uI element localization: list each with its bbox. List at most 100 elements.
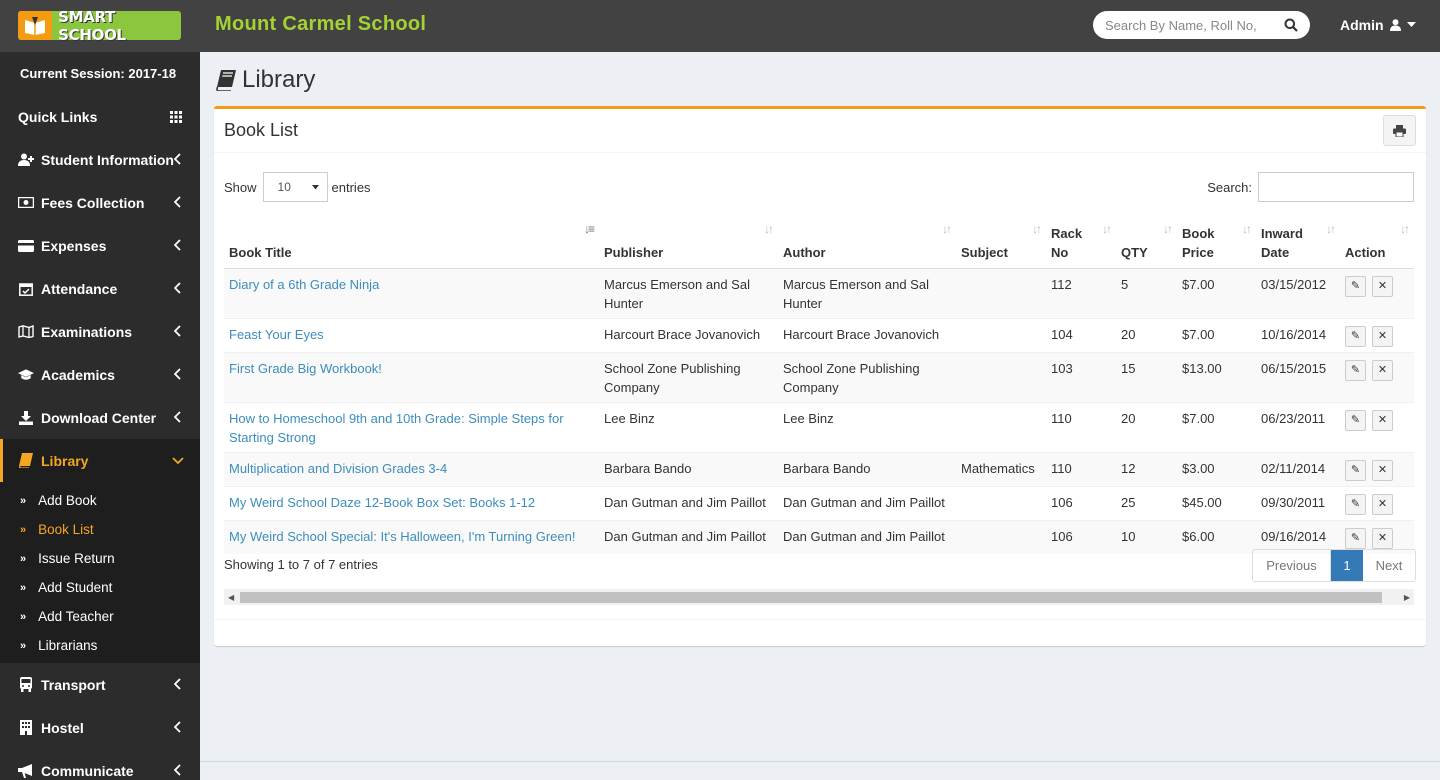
column-header-book-title[interactable]: Book Title ↓≡ (224, 218, 599, 269)
delete-x-icon[interactable]: ✕ (1372, 409, 1393, 431)
cell-price: $7.00 (1177, 401, 1256, 452)
delete-x-icon[interactable]: ✕ (1372, 359, 1393, 381)
edit-pencil-icon[interactable]: ✎ (1345, 325, 1366, 347)
table-header-row: Book Title ↓≡ Publisher ↓↑ Author ↓↑ Subjec… (224, 218, 1414, 269)
cell-qty: 15 (1116, 351, 1177, 402)
delete-x-icon[interactable]: ✕ (1372, 325, 1393, 347)
table-row: How to Homeschool 9th and 10th Grade: Si… (224, 401, 1414, 452)
sidebar-item-hostel[interactable]: Hostel (0, 706, 200, 749)
chevron-down-icon (172, 457, 184, 465)
sidebar-subitem-add-book[interactable]: » Add Book (0, 486, 200, 515)
cell-subject (956, 519, 1046, 554)
column-header-author[interactable]: Author ↓↑ (778, 218, 956, 269)
bus-icon (18, 677, 34, 693)
book-title-link[interactable]: First Grade Big Workbook! (229, 361, 382, 376)
cell-publisher: Harcourt Brace Jovanovich (599, 317, 778, 352)
scroll-left-arrow-icon[interactable]: ◀ (228, 593, 234, 602)
sidebar-item-attendance[interactable]: Attendance (0, 267, 200, 310)
cell-inward-date: 06/23/2011 (1256, 401, 1340, 452)
delete-x-icon[interactable]: ✕ (1372, 459, 1393, 481)
print-button[interactable] (1383, 115, 1416, 146)
credit-card-icon (18, 238, 34, 254)
sidebar-item-download-center[interactable]: Download Center (0, 396, 200, 439)
pagination-next-button[interactable]: Next (1363, 550, 1415, 581)
book-title-link[interactable]: Diary of a 6th Grade Ninja (229, 277, 379, 292)
sidebar-item-label: Examinations (41, 323, 133, 340)
pagination-page-button[interactable]: 1 (1331, 550, 1363, 581)
cell-inward-date: 06/15/2015 (1256, 351, 1340, 402)
delete-x-icon[interactable]: ✕ (1372, 275, 1393, 297)
sidebar-item-library[interactable]: Library (0, 439, 200, 482)
cell-rack-no: 103 (1046, 351, 1116, 402)
column-header-qty[interactable]: QTY ↓↑ (1116, 218, 1177, 269)
horizontal-scrollbar[interactable]: ◀ ▶ (224, 589, 1414, 605)
page-title-text: Library (242, 66, 316, 93)
column-header-book-price[interactable]: Book Price ↓↑ (1177, 218, 1256, 269)
scrollbar-thumb[interactable] (240, 592, 1382, 603)
pagination-previous-button[interactable]: Previous (1253, 550, 1331, 581)
column-header-publisher[interactable]: Publisher ↓↑ (599, 218, 778, 269)
cell-publisher: Dan Gutman and Jim Paillot (599, 519, 778, 554)
cell-price: $13.00 (1177, 351, 1256, 402)
sidebar-subitem-issue-return[interactable]: » Issue Return (0, 544, 200, 573)
sidebar-item-student-information[interactable]: Student Information (0, 138, 200, 181)
sidebar-item-fees-collection[interactable]: Fees Collection (0, 181, 200, 224)
book-title-link[interactable]: Multiplication and Division Grades 3-4 (229, 461, 447, 476)
book-table: Book Title ↓≡ Publisher ↓↑ Author ↓↑ Subjec… (224, 218, 1414, 554)
cell-author: Dan Gutman and Jim Paillot (778, 485, 956, 520)
sort-icon: ↓↑ (1400, 222, 1410, 236)
column-header-rack-no[interactable]: Rack No ↓↑ (1046, 218, 1116, 269)
cell-author: Marcus Emerson and Sal Hunter (778, 267, 956, 318)
main-content: Library Book List Show 10 entries Search… (200, 52, 1440, 780)
cell-price: $3.00 (1177, 451, 1256, 486)
table-search: Search: (1207, 172, 1414, 202)
sidebar-item-label: Transport (41, 676, 106, 693)
column-header-subject[interactable]: Subject ↓↑ (956, 218, 1046, 269)
user-menu[interactable]: Admin (1340, 17, 1416, 33)
column-header-inward-date[interactable]: Inward Date ↓↑ (1256, 218, 1340, 269)
chevron-left-icon (174, 764, 181, 776)
cell-qty: 20 (1116, 401, 1177, 452)
app-logo[interactable]: SMART SCHOOL (18, 8, 181, 44)
chevron-left-icon (174, 239, 181, 251)
sidebar-subitem-librarians[interactable]: » Librarians (0, 631, 200, 660)
sidebar-item-communicate[interactable]: Communicate (0, 749, 200, 780)
sidebar-item-expenses[interactable]: Expenses (0, 224, 200, 267)
entries-select[interactable]: 10 (262, 172, 328, 202)
search-icon[interactable] (1284, 18, 1298, 35)
book-title-link[interactable]: How to Homeschool 9th and 10th Grade: Si… (229, 411, 564, 445)
global-search-input[interactable] (1105, 17, 1275, 33)
building-icon (18, 720, 34, 736)
edit-pencil-icon[interactable]: ✎ (1345, 459, 1366, 481)
delete-x-icon[interactable]: ✕ (1372, 527, 1393, 549)
box-header: Book List (214, 109, 1426, 153)
sidebar-item-transport[interactable]: Transport (0, 663, 200, 706)
scroll-right-arrow-icon[interactable]: ▶ (1404, 593, 1410, 602)
bullhorn-icon (18, 763, 34, 779)
column-header-action[interactable]: Action ↓↑ (1340, 218, 1414, 269)
edit-pencil-icon[interactable]: ✎ (1345, 493, 1366, 515)
edit-pencil-icon[interactable]: ✎ (1345, 527, 1366, 549)
sidebar-item-academics[interactable]: Academics (0, 353, 200, 396)
sidebar-item-quick-links[interactable]: Quick Links (0, 95, 200, 138)
delete-x-icon[interactable]: ✕ (1372, 493, 1393, 515)
book-logo-icon (18, 11, 53, 40)
cell-inward-date: 03/15/2012 (1256, 267, 1340, 318)
sidebar-subitem-add-student[interactable]: » Add Student (0, 573, 200, 602)
sidebar-subitem-book-list[interactable]: » Book List (0, 515, 200, 544)
graduation-cap-icon (18, 367, 34, 383)
cell-rack-no: 110 (1046, 401, 1116, 452)
sidebar-subitem-add-teacher[interactable]: » Add Teacher (0, 602, 200, 631)
chevron-left-icon (174, 282, 181, 294)
book-title-link[interactable]: Feast Your Eyes (229, 327, 324, 342)
edit-pencil-icon[interactable]: ✎ (1345, 409, 1366, 431)
chevron-left-icon (174, 411, 181, 423)
table-search-input[interactable] (1258, 172, 1414, 202)
book-title-link[interactable]: My Weird School Daze 12-Book Box Set: Bo… (229, 495, 535, 510)
book-title-link[interactable]: My Weird School Special: It's Halloween,… (229, 529, 575, 544)
edit-pencil-icon[interactable]: ✎ (1345, 275, 1366, 297)
edit-pencil-icon[interactable]: ✎ (1345, 359, 1366, 381)
box-title: Book List (224, 120, 299, 140)
school-name: Mount Carmel School (215, 13, 427, 35)
sidebar-item-examinations[interactable]: Examinations (0, 310, 200, 353)
